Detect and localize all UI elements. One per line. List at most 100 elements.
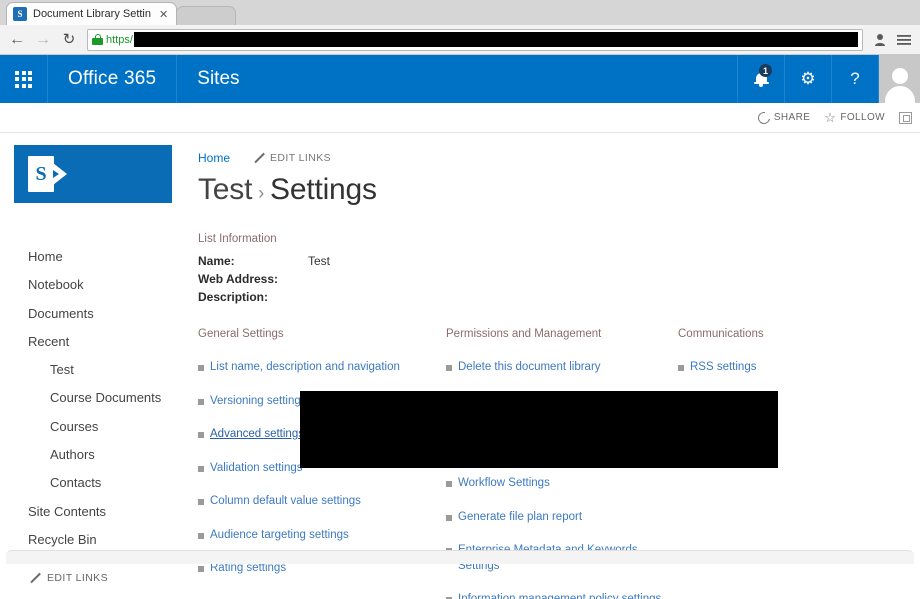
follow-label: FOLLOW <box>840 112 885 123</box>
settings-link-file-plan-report[interactable]: Generate file plan report <box>446 510 678 526</box>
list-information-table: Name: Test Web Address: Description: <box>198 254 920 304</box>
page-title: Test › Settings <box>198 173 920 207</box>
notifications-button[interactable]: 1 <box>737 55 784 103</box>
settings-link-rss[interactable]: RSS settings <box>678 360 868 376</box>
info-key: Description: <box>198 290 269 304</box>
sharepoint-logo-icon: S <box>28 156 74 192</box>
settings-link-delete-library[interactable]: Delete this document library <box>446 360 678 376</box>
page-title-separator: › <box>258 183 265 203</box>
sidebar-item-courses[interactable]: Courses <box>14 413 190 441</box>
settings-link-column-default[interactable]: Column default value settings <box>198 494 446 510</box>
tab-title: Document Library Setting <box>33 8 151 20</box>
sidebar-item-contacts[interactable]: Contacts <box>14 469 190 497</box>
follow-button[interactable]: ☆ FOLLOW <box>824 111 885 124</box>
sidebar-item-recent[interactable]: Recent <box>14 328 190 356</box>
avatar[interactable] <box>878 55 920 103</box>
column-heading: Communications <box>678 328 764 340</box>
settings-link-label: Workflow Settings <box>458 477 550 490</box>
bullet-icon <box>446 481 452 488</box>
bullet-icon <box>198 465 204 472</box>
share-button[interactable]: SHARE <box>755 109 810 126</box>
info-key: Web Address: <box>198 272 279 286</box>
left-navigation: S Home Notebook Documents Recent Test Co… <box>0 133 190 584</box>
sharepoint-logo[interactable]: S <box>14 145 172 203</box>
star-icon: ☆ <box>824 110 837 125</box>
page-title-leaf: Settings <box>270 173 377 206</box>
bullet-icon <box>198 566 204 573</box>
settings-link-label: Information management policy settings <box>458 592 661 599</box>
notification-badge: 1 <box>759 64 772 77</box>
reload-button[interactable]: ↻ <box>58 29 80 51</box>
focus-on-content-icon <box>899 111 912 124</box>
person-icon[interactable] <box>870 29 890 51</box>
sidebar-item-site-contents[interactable]: Site Contents <box>14 498 190 526</box>
settings-link-label: Advanced settings <box>210 428 304 441</box>
sharepoint-favicon-icon: S <box>13 7 27 21</box>
help-button[interactable]: ? <box>831 55 878 103</box>
forward-button[interactable]: → <box>32 29 54 51</box>
sidebar-item-course-documents[interactable]: Course Documents <box>14 384 190 412</box>
page-action-strip: SHARE ☆ FOLLOW <box>0 103 920 133</box>
sidebar-edit-links-label: EDIT LINKS <box>47 572 108 585</box>
sidebar-item-notebook[interactable]: Notebook <box>14 271 190 299</box>
info-key: Name: <box>198 254 235 268</box>
list-information-heading: List Information <box>198 233 277 245</box>
content-redaction-bar <box>300 391 778 468</box>
url-scheme-text: https/ <box>106 33 133 46</box>
column-heading: Permissions and Management <box>446 328 602 340</box>
pencil-icon <box>28 572 40 584</box>
settings-link-information-management[interactable]: Information management policy settings <box>446 592 678 599</box>
bullet-icon <box>198 365 204 371</box>
top-edit-links-button[interactable]: EDIT LINKS <box>252 152 331 164</box>
bullet-icon <box>446 365 452 371</box>
breadcrumb: Home EDIT LINKS <box>198 151 920 165</box>
gear-icon: ⚙ <box>800 69 816 88</box>
bottom-panel-edge <box>6 550 914 564</box>
pencil-icon <box>252 152 264 164</box>
tab-close-icon[interactable]: ✕ <box>159 8 168 21</box>
settings-link-label: Column default value settings <box>210 495 361 508</box>
settings-link-list-name[interactable]: List name, description and navigation <box>198 360 446 376</box>
office365-suite-bar: Office 365 Sites 1 ⚙ ? <box>0 55 920 103</box>
sidebar-item-authors[interactable]: Authors <box>14 441 190 469</box>
bullet-icon <box>198 499 204 506</box>
settings-link-label: Generate file plan report <box>458 510 583 523</box>
sites-link[interactable]: Sites <box>177 55 259 103</box>
secure-lock-icon <box>92 34 103 45</box>
app-launcher-icon[interactable] <box>0 55 48 103</box>
breadcrumb-home-link[interactable]: Home <box>198 151 230 165</box>
info-value: Test <box>308 254 331 268</box>
settings-button[interactable]: ⚙ <box>784 55 831 103</box>
sidebar-item-home[interactable]: Home <box>14 243 190 271</box>
bullet-icon <box>198 432 204 439</box>
settings-link-audience-targeting[interactable]: Audience targeting settings <box>198 528 446 544</box>
office365-brand[interactable]: Office 365 <box>48 55 178 103</box>
hamburger-menu-icon[interactable] <box>894 29 914 51</box>
bullet-icon <box>198 532 204 539</box>
back-button[interactable]: ← <box>6 29 28 51</box>
new-tab-button[interactable] <box>176 6 237 25</box>
browser-titlebar: S Document Library Setting ✕ <box>0 0 920 25</box>
page-title-root: Test <box>198 173 253 206</box>
settings-link-label: List name, description and navigation <box>210 361 400 373</box>
focus-on-content-button[interactable] <box>899 111 912 124</box>
settings-link-workflow[interactable]: Workflow Settings <box>446 476 678 492</box>
settings-link-label: Versioning settings <box>210 394 307 407</box>
sidebar-item-documents[interactable]: Documents <box>14 300 190 328</box>
sidebar-item-test[interactable]: Test <box>14 356 190 384</box>
browser-tab[interactable]: S Document Library Setting ✕ <box>6 2 178 25</box>
settings-link-label: RSS settings <box>690 361 757 373</box>
bullet-icon <box>678 365 684 371</box>
info-row-web-address: Web Address: <box>198 272 920 286</box>
top-edit-links-label: EDIT LINKS <box>270 152 332 164</box>
person-avatar-icon <box>883 63 917 103</box>
bullet-icon <box>198 398 204 405</box>
info-row-name: Name: Test <box>198 254 920 268</box>
help-icon: ? <box>850 69 860 88</box>
sidebar-nav-list: Home Notebook Documents Recent Test Cour… <box>14 243 190 554</box>
bullet-icon <box>446 514 452 521</box>
info-row-description: Description: <box>198 290 920 304</box>
page-body: S Home Notebook Documents Recent Test Co… <box>0 133 920 599</box>
address-bar[interactable]: https/ <box>87 28 863 51</box>
settings-link-label: Delete this document library <box>458 361 601 373</box>
